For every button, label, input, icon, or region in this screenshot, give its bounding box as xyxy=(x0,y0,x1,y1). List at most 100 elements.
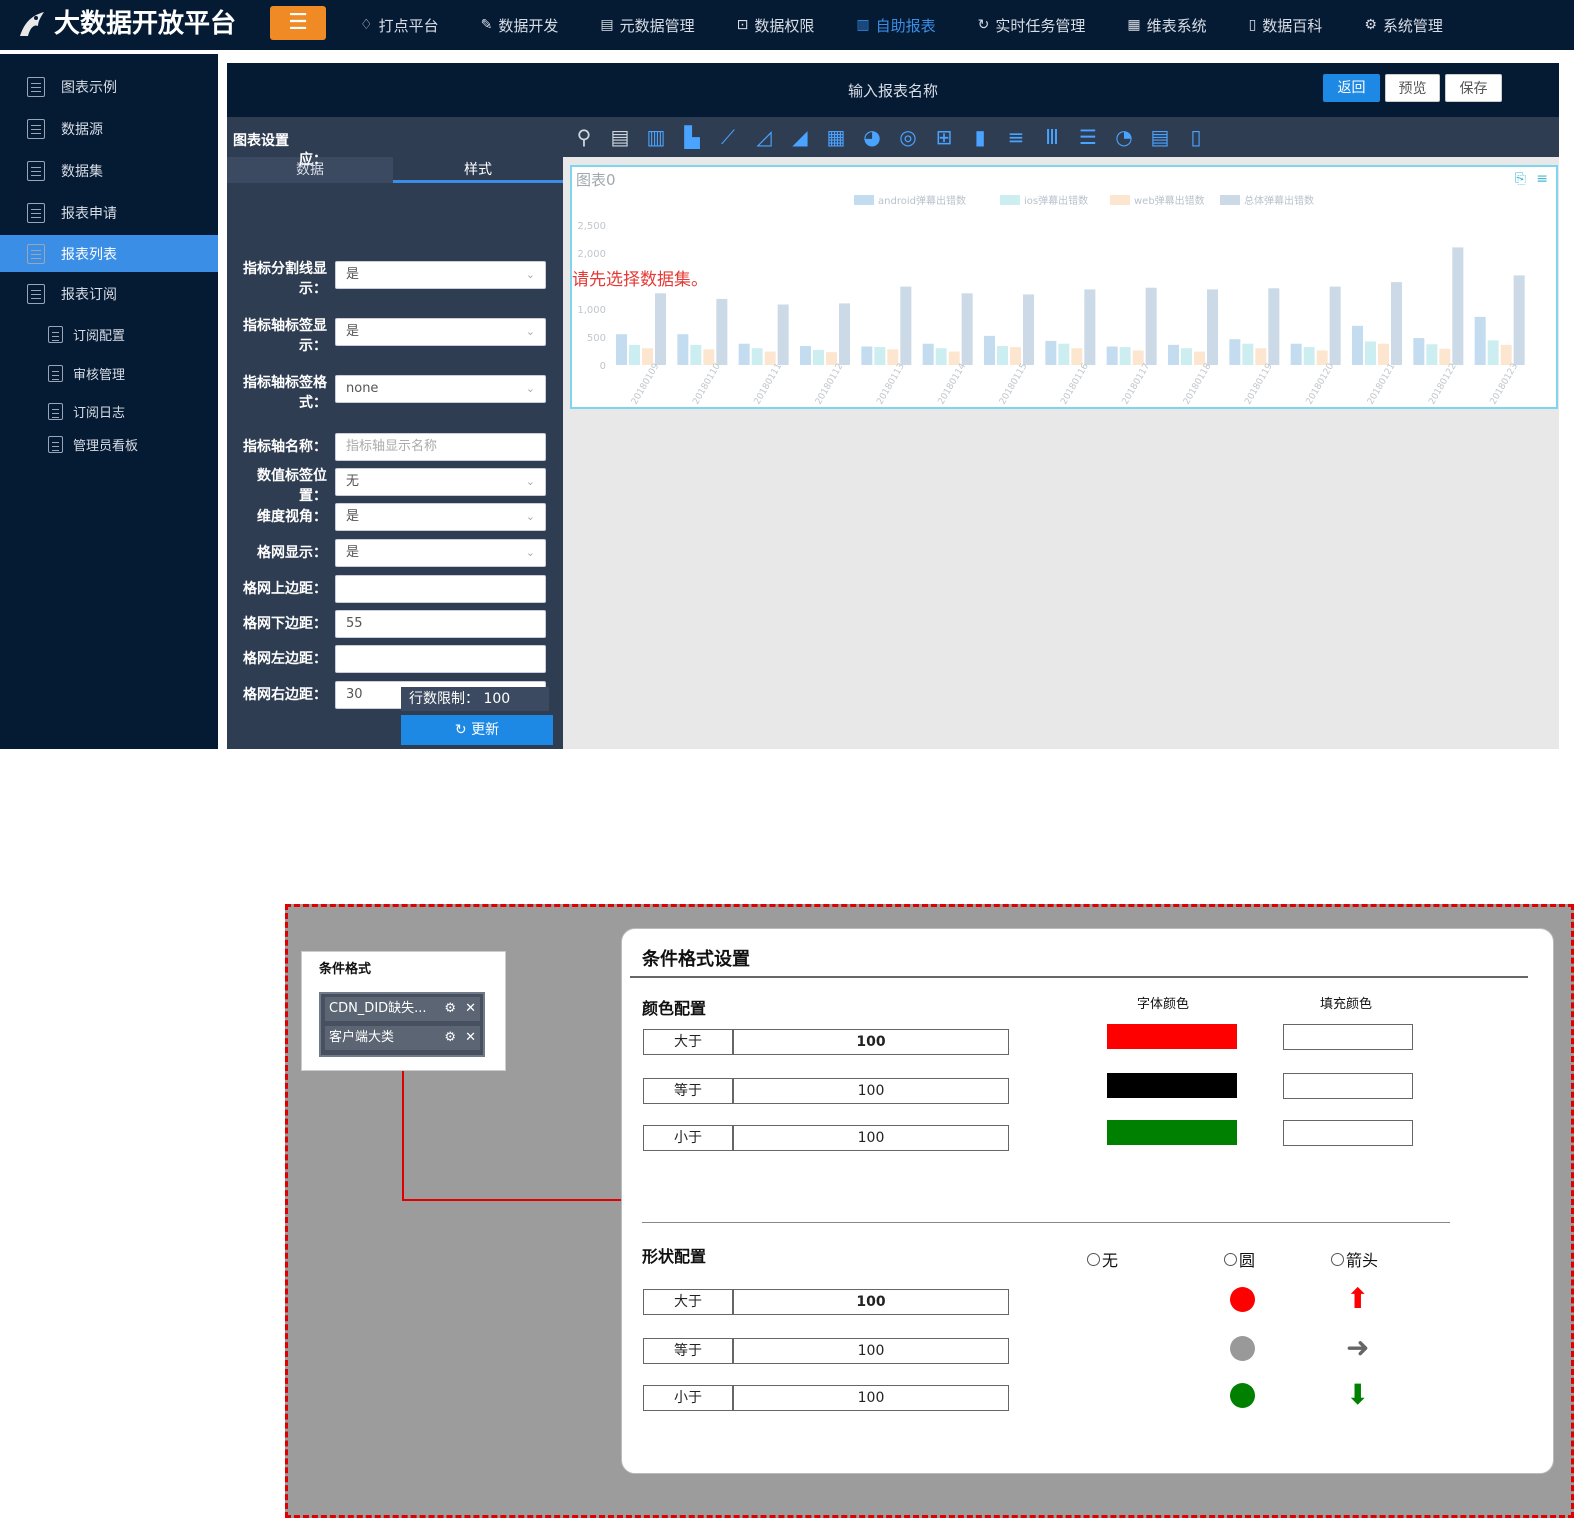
chart-bar[interactable] xyxy=(1487,340,1499,365)
fill-color-swatch[interactable] xyxy=(1283,1120,1413,1146)
chart-bar[interactable] xyxy=(813,349,824,365)
chart-bar[interactable] xyxy=(1229,339,1241,365)
chart-bar[interactable] xyxy=(738,343,750,365)
chart-bar[interactable] xyxy=(900,286,912,365)
text-field[interactable]: 指标轴显示名称 xyxy=(335,433,546,461)
chart-bar[interactable] xyxy=(1010,347,1021,365)
chart-bar[interactable] xyxy=(1500,344,1512,365)
condition-operator[interactable]: 等于 xyxy=(643,1078,733,1104)
chart-bar[interactable] xyxy=(1303,347,1315,365)
condition-value[interactable]: 100 xyxy=(733,1385,1009,1411)
sidebar-item[interactable]: 报表订阅 xyxy=(0,275,218,312)
chart-bar[interactable] xyxy=(997,345,1008,365)
text-icon[interactable]: ▤ xyxy=(605,124,635,150)
select-field[interactable]: 是 ⌄ xyxy=(335,261,546,289)
chart-bar[interactable] xyxy=(839,303,850,365)
chart-bar[interactable] xyxy=(677,334,689,365)
chart-bar[interactable] xyxy=(777,304,789,365)
pie-chart-icon[interactable]: ◕ xyxy=(857,124,887,150)
chart-bar[interactable] xyxy=(1242,343,1254,365)
query-icon[interactable]: ⚲ xyxy=(569,124,599,150)
chart-bar[interactable] xyxy=(1413,338,1425,365)
select-field[interactable]: 是 ⌄ xyxy=(335,318,546,346)
line-chart-icon[interactable]: ⟋ xyxy=(713,124,743,150)
column-chart-icon[interactable]: ▮ xyxy=(965,124,995,150)
tab-style[interactable]: 样式 xyxy=(393,157,563,183)
condition-operator[interactable]: 小于 xyxy=(643,1125,733,1151)
bar-chart-icon[interactable]: ▥ xyxy=(641,124,671,150)
area-line-icon[interactable]: ◿ xyxy=(749,124,779,150)
font-color-swatch[interactable] xyxy=(1107,1120,1237,1145)
chart-bar[interactable] xyxy=(922,343,934,365)
chart-bar[interactable] xyxy=(1352,325,1363,365)
chart-bar[interactable] xyxy=(935,348,947,365)
chart-bar[interactable] xyxy=(1365,341,1376,365)
text-field[interactable] xyxy=(335,645,546,673)
sidebar-item[interactable]: 报表列表 xyxy=(0,235,218,272)
back-button[interactable]: 返回 xyxy=(1323,74,1380,102)
chart-bar[interactable] xyxy=(1119,347,1131,365)
chart-bar[interactable] xyxy=(984,335,995,365)
table-icon[interactable]: ▤ xyxy=(1145,124,1175,150)
nav-item[interactable]: ✎ 数据开发 xyxy=(481,15,559,36)
sidebar-item[interactable]: 数据集 xyxy=(0,152,218,189)
select-field[interactable]: 是 ⌄ xyxy=(335,503,546,531)
chart-bar[interactable] xyxy=(1207,289,1218,365)
preview-button[interactable]: 预览 xyxy=(1385,74,1440,102)
chart-bar[interactable] xyxy=(1145,287,1157,365)
condition-operator[interactable]: 大于 xyxy=(643,1289,733,1315)
chart-bar[interactable] xyxy=(961,293,973,365)
chart-bar[interactable] xyxy=(1426,344,1438,365)
chart-bar[interactable] xyxy=(1474,316,1486,365)
font-color-swatch[interactable] xyxy=(1107,1024,1237,1049)
donut-chart-icon[interactable]: ◎ xyxy=(893,124,923,150)
radio-none[interactable]: 无 xyxy=(1087,1247,1118,1271)
nav-item[interactable]: ▦ 维表系统 xyxy=(1127,15,1206,36)
chart-preview[interactable]: 图表0 ⎘ ≡ android弹幕出错数 ios弹幕出错数 web弹幕出错数 总体弹幕… xyxy=(570,165,1558,409)
font-color-swatch[interactable] xyxy=(1107,1073,1237,1098)
menu-toggle-button[interactable]: ☰ xyxy=(270,6,326,40)
condition-value[interactable]: 100 xyxy=(733,1078,1009,1104)
condition-operator[interactable]: 等于 xyxy=(643,1338,733,1364)
chart-bar[interactable] xyxy=(1452,247,1464,365)
chart-bar[interactable] xyxy=(1106,346,1118,365)
heatmap-icon[interactable]: ▦ xyxy=(821,124,851,150)
chart-bar[interactable] xyxy=(1268,288,1280,365)
cf-item[interactable]: CDN_DID缺失... ⚙ ✕ xyxy=(325,997,480,1021)
chart-bar[interactable] xyxy=(616,334,627,365)
chart-bar[interactable] xyxy=(1084,289,1096,365)
multi-column-icon[interactable]: Ⅲ xyxy=(1037,124,1067,150)
sidebar-item[interactable]: 报表申请 xyxy=(0,194,218,231)
horizontal-bar-icon[interactable]: ≡ xyxy=(1001,124,1031,150)
nav-item[interactable]: ⚙ 系统管理 xyxy=(1364,15,1443,36)
pivot-table-icon[interactable]: ⊞ xyxy=(929,124,959,150)
sidebar-item[interactable]: 订阅日志 xyxy=(0,393,218,430)
nav-item[interactable]: ♢ 打点平台 xyxy=(360,15,439,36)
close-icon[interactable]: ✕ xyxy=(465,1026,476,1050)
condition-operator[interactable]: 小于 xyxy=(643,1385,733,1411)
sidebar-item[interactable]: 管理员看板 xyxy=(0,426,218,463)
chart-bar[interactable] xyxy=(1290,343,1302,365)
chart-bar[interactable] xyxy=(1168,344,1179,365)
nav-item[interactable]: ▥ 自助报表 xyxy=(856,15,935,36)
chart-bar[interactable] xyxy=(751,348,763,365)
chart-bar[interactable] xyxy=(1023,294,1034,365)
area-chart-icon[interactable]: ◢ xyxy=(785,124,815,150)
close-icon[interactable]: ✕ xyxy=(465,997,476,1021)
chart-bar[interactable] xyxy=(1058,343,1070,365)
sidebar-item[interactable]: 审核管理 xyxy=(0,355,218,392)
condition-operator[interactable]: 大于 xyxy=(643,1029,733,1055)
select-field[interactable]: none ⌄ xyxy=(335,375,546,403)
update-button[interactable]: ↻ 更新 xyxy=(401,715,553,745)
chart-bar[interactable] xyxy=(874,347,886,365)
gear-icon[interactable]: ⚙ xyxy=(444,997,456,1021)
gear-icon[interactable]: ⚙ xyxy=(444,1026,456,1050)
save-button[interactable]: 保存 xyxy=(1445,74,1502,102)
row-limit[interactable]: 行数限制： 100 xyxy=(401,687,549,711)
text-field[interactable] xyxy=(335,575,546,603)
document-icon[interactable]: ▯ xyxy=(1181,124,1211,150)
chart-bar[interactable] xyxy=(861,346,873,365)
chart-bar[interactable] xyxy=(1513,275,1525,365)
text-field[interactable]: 55 xyxy=(335,610,546,638)
fill-color-swatch[interactable] xyxy=(1283,1024,1413,1050)
